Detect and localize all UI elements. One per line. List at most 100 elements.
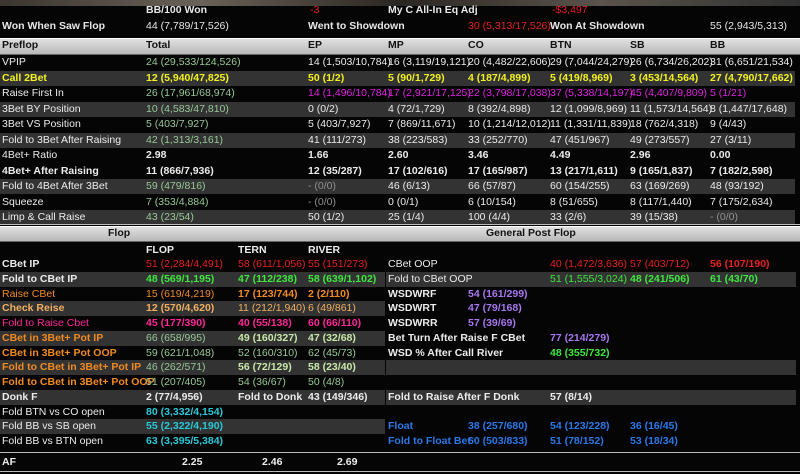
stat-value: 62 (45/73) xyxy=(308,346,356,359)
stat-value: 36 (16/45) xyxy=(630,420,678,433)
stat-value: 48 (93/192) xyxy=(710,180,764,192)
stat-value: 27 (3/11) xyxy=(710,133,752,146)
stat-value: Fold to Donk xyxy=(238,390,303,403)
stat-value: 61 (43/70) xyxy=(710,272,758,285)
stat-label: CBet in 3Bet+ Pot IP xyxy=(2,331,104,344)
stat-value: 5 (1/21) xyxy=(710,87,747,99)
table-row xyxy=(386,360,796,376)
stat-value: 46 (262/571) xyxy=(146,361,206,374)
stat-value: 40 (1,472/3,636) xyxy=(550,258,628,270)
table-row: 4Bet+ Ratio 2.98 1.66 2.60 3.46 4.49 2.96 0.00 xyxy=(0,148,795,163)
stat-value: 47 (79/168) xyxy=(468,302,522,315)
stat-label: Fold to CBet in 3Bet+ Pot IP xyxy=(2,361,142,374)
stat-value: 5 (403/7,927) xyxy=(146,118,209,130)
stat-value: 45 (177/390) xyxy=(146,317,206,329)
stat-label: CBet OOP xyxy=(388,258,438,270)
section-header-bar: Flop General Post Flop xyxy=(0,226,800,242)
stat-label: VPIP xyxy=(2,56,26,68)
stat-value: 51 (207/405) xyxy=(146,376,206,388)
stat-label: Fold to CBet IP xyxy=(2,272,78,285)
stat-value: 17 (123/744) xyxy=(238,287,298,300)
table-row: VPIP 24 (29,533/124,526) 14 (1,503/10,784)… xyxy=(0,55,795,70)
stat-value: 2.98 xyxy=(146,149,167,161)
stat-value: 27 (4,790/17,662) xyxy=(710,71,793,84)
stat-value: 7 (175/2,634) xyxy=(710,195,773,208)
stat-label: Fold to CBet in 3Bet+ Pot OOP xyxy=(2,376,155,388)
stat-value: 47 (451/967) xyxy=(550,133,610,146)
table-row: Squeeze 7 (353/4,884) - (0/0) 0 (0/1) 6 (10/… xyxy=(0,195,795,210)
stat-value: 37 (5,338/14,197) xyxy=(550,87,633,99)
stat-value: 51 (78/152) xyxy=(550,435,604,447)
stat-value: 9 (165/1,837) xyxy=(630,164,693,177)
stat-value: 26 (6,734/26,202) xyxy=(630,56,713,68)
stat-value: 2.96 xyxy=(630,149,651,161)
stat-value: 6 (10/154) xyxy=(468,195,516,208)
stat-value: 3 (453/14,564) xyxy=(630,71,699,84)
stat-label: Limp & Call Raise xyxy=(2,211,86,223)
stat-value: 22 (3,798/17,038) xyxy=(468,87,551,99)
stat-label: Fold to Float Bet xyxy=(388,435,471,447)
column-header: BTN xyxy=(550,39,572,51)
stat-value: 54 (36/67) xyxy=(238,376,286,388)
stat-value: 77 (214/279) xyxy=(550,331,610,344)
stat-value: 100 (4/4) xyxy=(468,211,511,223)
table-row: Fold to CBet IP 48 (569/1,195) 47 (112/238… xyxy=(0,271,385,287)
stat-value: 17 (2,921/17,125) xyxy=(388,87,471,99)
stat-label: WSDWRR xyxy=(388,317,438,329)
stat-value: 10 (1,214/12,012) xyxy=(468,118,551,130)
table-row: CBet OOP 40 (1,472/3,636) 57 (403/712) 56 (… xyxy=(386,257,796,272)
stat-value: 4 (187/4,899) xyxy=(468,71,531,84)
stat-value: 0 (0/2) xyxy=(308,102,339,115)
stat-value: 52 (160/310) xyxy=(238,346,298,359)
stat-value: 2 (77/4,956) xyxy=(146,390,203,403)
stat-value: 8 (392/4,898) xyxy=(468,102,531,115)
stat-label: WSDWRT xyxy=(388,302,437,315)
table-row: Call 2Bet 12 (5,940/47,825) 50 (1/2) 5 (90/… xyxy=(0,70,795,86)
stat-value: 11 (1,573/14,564) xyxy=(630,102,713,115)
stat-value: 8 (51/655) xyxy=(550,195,598,208)
wtsd-label: Went to Showdown xyxy=(308,20,405,32)
table-row: CBet IP 51 (2,284/4,491) 58 (611/1,056) 55 … xyxy=(0,257,385,272)
stat-value: - (0/0) xyxy=(710,211,739,223)
table-row: CBet in 3Bet+ Pot OOP 59 (621/1,048) 52 (1… xyxy=(0,346,385,361)
table-row: Fold to 4Bet After 3Bet 59 (479/816) - (0/… xyxy=(0,179,795,194)
stat-label: Fold BTN vs CO open xyxy=(2,405,105,418)
flop-section-title: Flop xyxy=(108,227,131,239)
column-header: FLOP xyxy=(146,244,174,256)
stat-label: Fold to Raise After F Donk xyxy=(388,390,520,403)
stat-label: Fold to CBet OOP xyxy=(388,272,473,285)
stat-value: 10 (4,583/47,810) xyxy=(146,102,229,115)
table-row: Raise CBet 15 (619/4,219) 17 (123/744) 2 (2… xyxy=(0,287,385,302)
table-row: 4Bet+ After Raising 11 (866/7,936) 12 (35/… xyxy=(0,164,795,179)
stat-value: 56 (72/129) xyxy=(238,361,292,374)
stat-label: Float xyxy=(388,420,414,433)
stat-label: Donk F xyxy=(2,390,38,403)
table-row: Fold to CBet in 3Bet+ Pot IP 46 (262/571)… xyxy=(0,360,385,376)
stat-label: Bet Turn After Raise F CBet xyxy=(388,331,526,344)
stat-value: 47 (32/68) xyxy=(308,331,356,344)
stat-value: 46 (6/13) xyxy=(388,180,431,192)
stat-value: 56 (107/190) xyxy=(710,258,770,270)
stat-value: 18 (762/4,318) xyxy=(630,118,699,130)
af-value: 2.25 xyxy=(182,456,203,468)
stat-value: 5 (90/1,729) xyxy=(388,71,445,84)
stat-label: Fold to Raise Cbet xyxy=(2,317,89,329)
stat-label: Fold BB vs BTN open xyxy=(2,435,103,447)
stat-value: 6 (49/861) xyxy=(308,302,356,315)
table-row: Fold BTN vs CO open 80 (3,332/4,154) xyxy=(0,405,385,420)
stat-label: Check Reise xyxy=(2,302,65,315)
column-header: TERN xyxy=(238,244,267,256)
stat-value: 47 (112/238) xyxy=(238,272,297,285)
table-row xyxy=(386,405,796,420)
stat-value: 43 (23/54) xyxy=(146,211,194,223)
stat-label: 3Bet VS Position xyxy=(2,118,81,130)
stat-value: 20 (4,482/22,606) xyxy=(468,56,551,68)
stat-value: 51 (2,284/4,491) xyxy=(146,258,224,270)
stat-label: Raise First In xyxy=(2,87,64,99)
stat-value: 63 (169/269) xyxy=(630,180,690,192)
stat-value: 55 (151/273) xyxy=(308,258,368,270)
table-row: WSDWRT 47 (79/168) xyxy=(386,301,796,316)
stat-value: 11 (212/1,940) xyxy=(238,302,306,315)
stat-value: 12 (570/4,620) xyxy=(146,302,215,315)
table-row: Float 38 (257/680) 54 (123/228) 36 (16/45) xyxy=(386,419,796,434)
